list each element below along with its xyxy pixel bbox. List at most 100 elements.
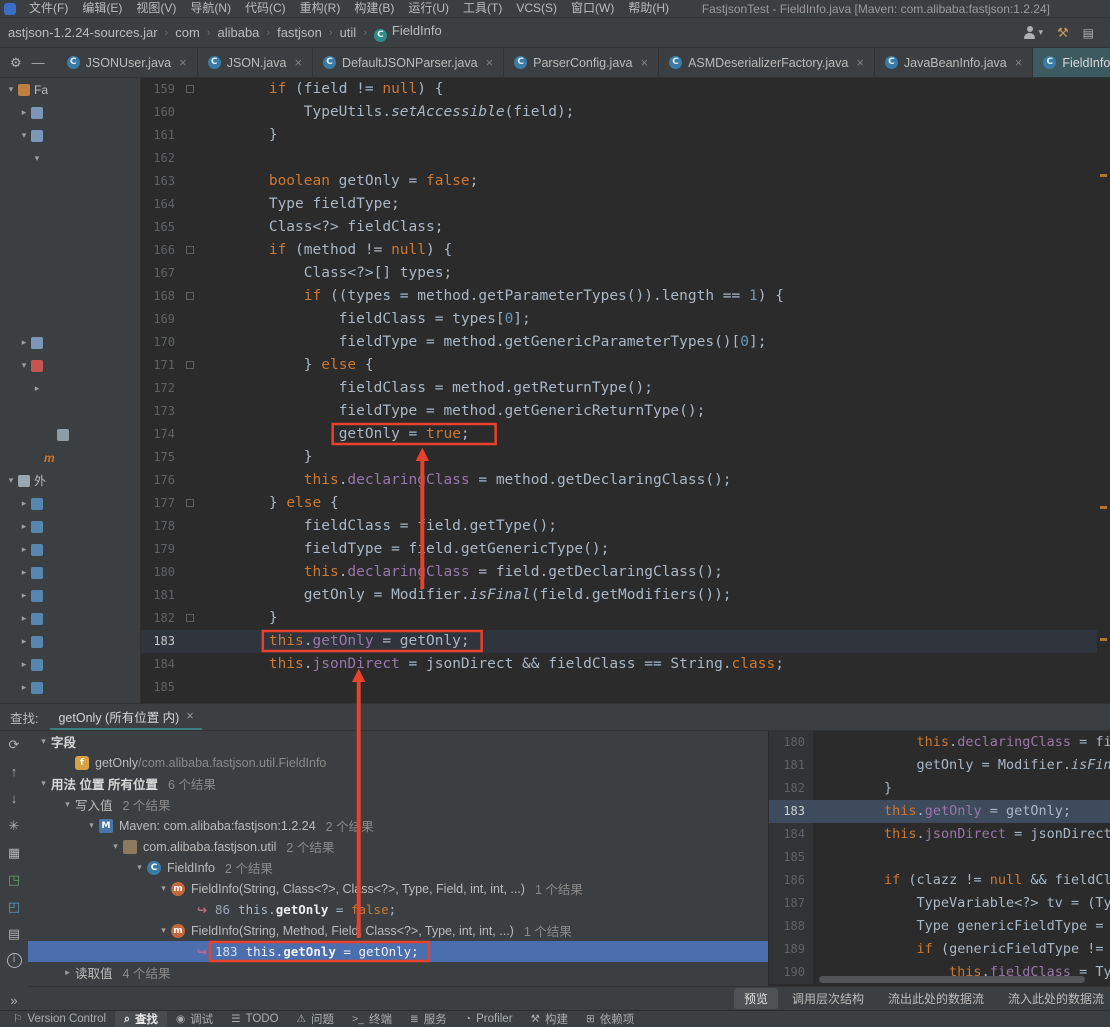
tree-chevron-icon[interactable]: ▾ (36, 778, 51, 789)
code-line-180[interactable]: 180 this.declaringClass = field.getDecla… (141, 561, 1110, 584)
find-result-row[interactable]: ▾ m FieldInfo(String, Class<?>, Class<?>, … (28, 878, 768, 899)
tree-chevron-icon[interactable]: ▾ (108, 841, 123, 852)
preview-code-line-187[interactable]: 187 TypeVariable<?> tv = (TypeVa (769, 892, 1110, 915)
tree-chevron-icon[interactable]: ▸ (17, 613, 31, 624)
statusbar-item[interactable]: ⊞ 依赖项 (577, 1011, 643, 1027)
pin-tab-icon[interactable]: ✳ (0, 812, 28, 839)
close-tab-icon[interactable]: × (179, 55, 187, 70)
close-tab-icon[interactable]: × (486, 55, 494, 70)
code-editor[interactable]: 159 if (field != null) {160 TypeUtils.se… (141, 78, 1110, 703)
preview-usages-icon[interactable]: ▤ (0, 920, 28, 947)
code-line-171[interactable]: 171 } else { (141, 354, 1110, 377)
tree-chevron-icon[interactable]: ▸ (17, 521, 31, 532)
project-tree-row[interactable]: ▸ (0, 331, 140, 354)
menubar-item[interactable]: 重构(R) (293, 0, 348, 17)
tree-chevron-icon[interactable]: ▾ (84, 820, 99, 831)
fold-gutter[interactable] (183, 607, 199, 630)
close-find-tab-icon[interactable]: × (186, 709, 193, 723)
project-tree-row[interactable] (0, 262, 140, 285)
project-tree-row[interactable]: ▸ (0, 515, 140, 538)
tree-chevron-icon[interactable]: ▸ (17, 567, 31, 578)
tree-chevron-icon[interactable]: ▾ (4, 84, 18, 95)
close-tab-icon[interactable]: × (294, 55, 302, 70)
preview-code-line-184[interactable]: 184 this.jsonDirect = jsonDirect && (769, 823, 1110, 846)
statusbar-item[interactable]: ◔ Profiler (456, 1011, 522, 1027)
close-tab-icon[interactable]: × (1015, 55, 1023, 70)
settings-gear-icon[interactable]: ⚙ (10, 55, 22, 71)
editor-scrollbar[interactable] (1097, 78, 1110, 703)
tree-chevron-icon[interactable]: ▸ (60, 967, 75, 978)
menubar-item[interactable]: 导航(N) (183, 0, 238, 17)
preview-tab[interactable]: 流出此处的数据流 (878, 988, 994, 1009)
editor-tab[interactable]: C ParserConfig.java × (504, 48, 660, 77)
preview-tab[interactable]: 预览 (734, 988, 779, 1009)
breadcrumb-item[interactable]: com (173, 25, 202, 40)
code-line-185[interactable]: 185 (141, 676, 1110, 699)
project-tree-row[interactable] (0, 239, 140, 262)
project-tree-row[interactable]: ▸ (0, 584, 140, 607)
menubar-item[interactable]: 编辑(E) (75, 0, 129, 17)
tree-chevron-icon[interactable]: ▾ (132, 862, 147, 873)
breadcrumb-item-class[interactable]: C FieldInfo (372, 23, 444, 42)
code-line-178[interactable]: 178 fieldClass = field.getType(); (141, 515, 1110, 538)
tree-chevron-icon[interactable]: ▾ (156, 925, 171, 936)
tree-chevron-icon[interactable]: ▾ (30, 153, 44, 164)
close-tab-icon[interactable]: × (856, 55, 864, 70)
menubar-item[interactable]: 代码(C) (238, 0, 293, 17)
tree-chevron-icon[interactable]: ▾ (17, 130, 31, 141)
editor-tab[interactable]: C ASMDeserializerFactory.java × (659, 48, 875, 77)
close-tab-icon[interactable]: × (640, 55, 648, 70)
code-line-169[interactable]: 169 fieldClass = types[0]; (141, 308, 1110, 331)
menubar-item[interactable]: 窗口(W) (564, 0, 621, 17)
menubar-item[interactable]: VCS(S) (509, 0, 564, 17)
editor-tab[interactable]: C JavaBeanInfo.java × (875, 48, 1034, 77)
tree-chevron-icon[interactable]: ▾ (36, 736, 51, 747)
menubar-item[interactable]: 帮助(H) (621, 0, 676, 17)
code-line-181[interactable]: 181 getOnly = Modifier.isFinal(field.get… (141, 584, 1110, 607)
statusbar-item[interactable]: ⚐ Version Control (4, 1011, 115, 1027)
find-result-row[interactable]: ↪ 86 this.getOnly = false; (28, 899, 768, 920)
preview-code-line-181[interactable]: 181 getOnly = Modifier.isFinal(f (769, 754, 1110, 777)
code-line-163[interactable]: 163 boolean getOnly = false; (141, 170, 1110, 193)
statusbar-item[interactable]: >_ 终端 (343, 1011, 401, 1027)
project-tree-row[interactable]: ▾ Fa (0, 78, 140, 101)
fold-gutter[interactable] (183, 78, 199, 101)
statusbar-item[interactable]: ⚒ 构建 (522, 1011, 577, 1027)
code-line-172[interactable]: 172 fieldClass = method.getReturnType(); (141, 377, 1110, 400)
tree-chevron-icon[interactable]: ▸ (30, 383, 44, 394)
statusbar-item[interactable]: ⚠ 问题 (288, 1011, 343, 1027)
tree-chevron-icon[interactable]: ▸ (17, 659, 31, 670)
code-line-184[interactable]: 184 this.jsonDirect = jsonDirect && fiel… (141, 653, 1110, 676)
project-tree-row[interactable] (0, 285, 140, 308)
find-result-row[interactable]: ▾ m FieldInfo(String, Method, Field, Class… (28, 920, 768, 941)
code-line-182[interactable]: 182 } (141, 607, 1110, 630)
run-config-icon[interactable]: ▤ (1083, 26, 1094, 40)
project-tree-row[interactable]: ▸ (0, 630, 140, 653)
find-result-row[interactable]: ▾ C FieldInfo 2 个结果 (28, 857, 768, 878)
tree-chevron-icon[interactable]: ▸ (17, 682, 31, 693)
code-line-165[interactable]: 165 Class<?> fieldClass; (141, 216, 1110, 239)
breadcrumb-item[interactable]: alibaba (215, 25, 261, 40)
preview-code-line-182[interactable]: 182 } (769, 777, 1110, 800)
code-line-174[interactable]: 174 getOnly = true; (141, 423, 1110, 446)
statusbar-item[interactable]: ≣ 服务 (401, 1011, 456, 1027)
project-tree-row[interactable]: ▾ 外 (0, 469, 140, 492)
usage-preview-pane[interactable]: 180 this.declaringClass = field.181 getO… (769, 731, 1110, 986)
more-tool-windows-icon[interactable]: » (0, 993, 28, 1008)
project-tree-row[interactable]: ▸ (0, 538, 140, 561)
menubar-item[interactable]: 构建(B) (347, 0, 401, 17)
menubar-item[interactable]: 运行(U) (401, 0, 456, 17)
editor-tab[interactable]: C JSON.java × (198, 48, 314, 77)
preview-code-line-185[interactable]: 185 (769, 846, 1110, 869)
code-line-170[interactable]: 170 fieldType = method.getGenericParamet… (141, 331, 1110, 354)
statusbar-item[interactable]: ⌕ 查找 (115, 1011, 167, 1027)
tree-chevron-icon[interactable]: ▸ (17, 590, 31, 601)
fold-gutter[interactable] (183, 239, 199, 262)
project-tree-row[interactable]: ▸ (0, 561, 140, 584)
code-line-160[interactable]: 160 TypeUtils.setAccessible(field); (141, 101, 1110, 124)
project-tree-row[interactable]: ▾ (0, 147, 140, 170)
editor-tab[interactable]: C DefaultJSONParser.java × (313, 48, 505, 77)
project-tree-row[interactable]: ▾ (0, 124, 140, 147)
project-tree-row[interactable] (0, 170, 140, 193)
preview-hscrollbar-thumb[interactable] (819, 976, 1085, 983)
